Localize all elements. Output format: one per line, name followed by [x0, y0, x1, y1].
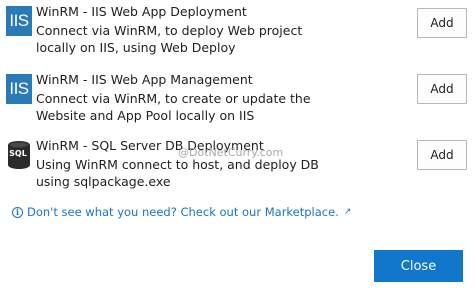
task-description: Connect via WinRM, to create or update t… — [36, 91, 311, 123]
iis-icon-text: IIS — [9, 11, 29, 30]
iis-icon: IIS — [6, 6, 32, 36]
marketplace-text[interactable]: Don't see what you need? Check out our M… — [27, 205, 339, 219]
sql-icon-text: SQL — [9, 149, 27, 158]
marketplace-link[interactable]: i Don't see what you need? Check out our… — [12, 205, 351, 219]
task-description: Connect via WinRM, to deploy Web project… — [36, 23, 303, 55]
task-title: WinRM - IIS Web App Management — [36, 72, 253, 87]
iis-icon: IIS — [6, 74, 32, 104]
add-button[interactable]: Add — [417, 8, 467, 38]
sql-database-icon: SQL — [6, 140, 32, 170]
iis-icon-text: IIS — [9, 79, 29, 98]
external-link-icon: ↗ — [343, 207, 352, 217]
watermark: @DotNetCurry.com — [178, 146, 284, 159]
task-title: WinRM - IIS Web App Deployment — [36, 4, 247, 19]
close-button[interactable]: Close — [374, 250, 463, 282]
add-button[interactable]: Add — [417, 74, 467, 104]
info-icon: i — [12, 206, 23, 218]
task-description: Using WinRM connect to host, and deploy … — [36, 157, 319, 189]
add-button[interactable]: Add — [417, 140, 467, 170]
